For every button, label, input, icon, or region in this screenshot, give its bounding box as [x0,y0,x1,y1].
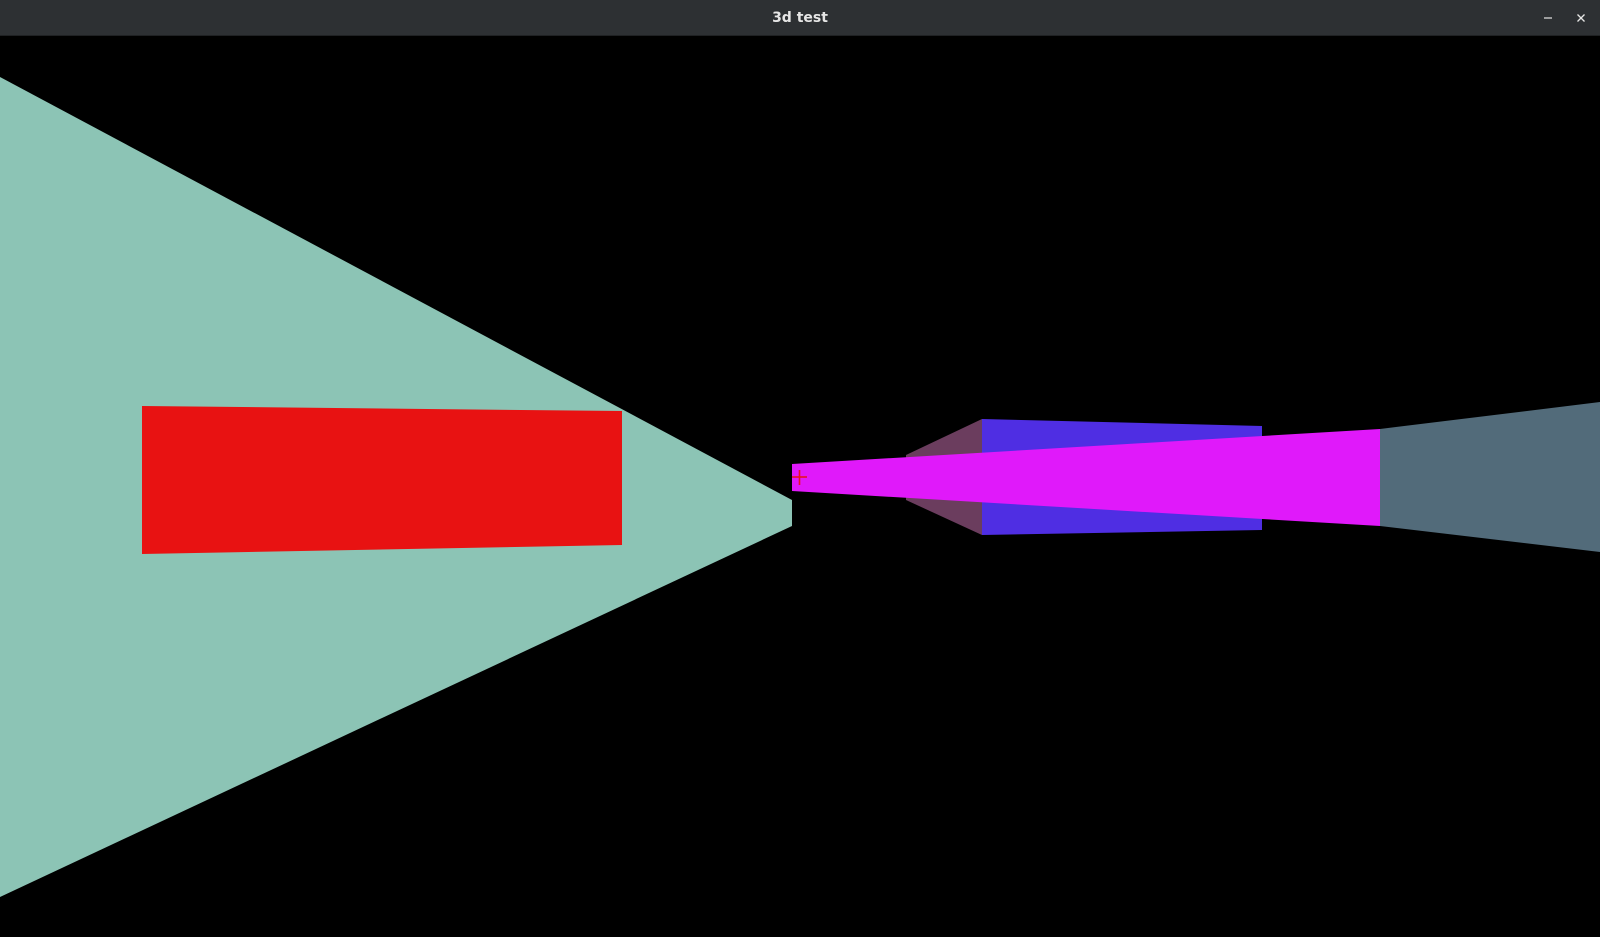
app-window: 3d test [0,0,1600,937]
scene-canvas[interactable] [0,36,1600,937]
minimize-icon [1544,17,1552,19]
minimize-button[interactable] [1536,6,1560,30]
window-title: 3d test [772,10,828,26]
close-button[interactable] [1569,6,1593,30]
close-icon [1577,14,1585,22]
red-panel [142,406,622,554]
game-viewport[interactable] [0,36,1600,937]
title-bar[interactable]: 3d test [0,0,1600,36]
